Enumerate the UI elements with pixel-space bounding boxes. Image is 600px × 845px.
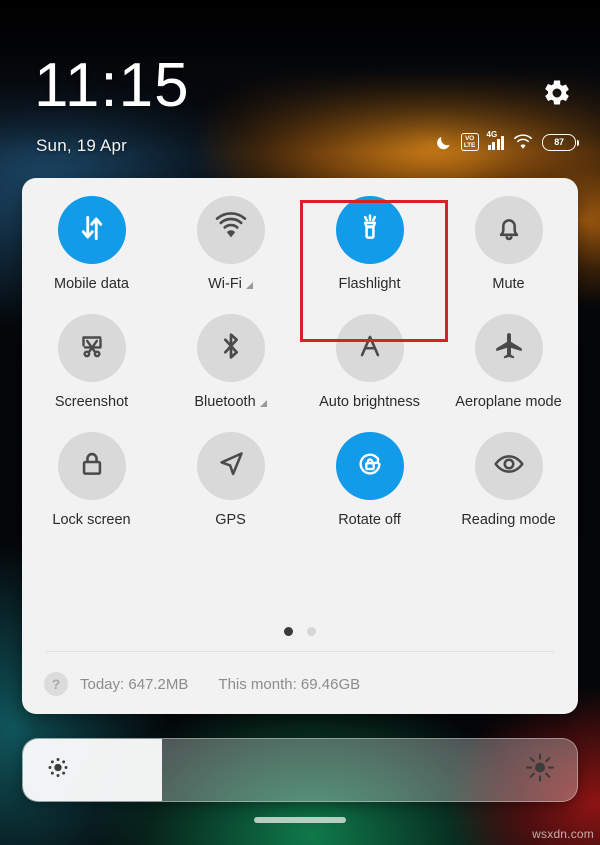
tile-label-text: Mute bbox=[492, 276, 525, 292]
bluetooth-icon bbox=[214, 329, 248, 368]
expand-triangle-icon[interactable] bbox=[259, 399, 267, 407]
padlock-icon bbox=[75, 447, 109, 486]
home-gesture-bar[interactable] bbox=[254, 817, 346, 823]
tile-mobile-data[interactable]: Mobile data bbox=[22, 196, 161, 292]
tile-label: Lock screen bbox=[52, 512, 130, 528]
do-not-disturb-moon-icon bbox=[435, 134, 452, 151]
tile-icon-circle bbox=[335, 314, 404, 382]
tile-label: Mute bbox=[492, 276, 524, 292]
data-usage-today: Today: 647.2MB bbox=[80, 675, 189, 693]
tile-label: Rotate off bbox=[338, 512, 401, 528]
brightness-slider-fill bbox=[23, 739, 162, 801]
sun-low-icon bbox=[45, 755, 71, 786]
tile-icon-circle bbox=[335, 196, 404, 264]
tile-auto-brightness[interactable]: Auto brightness bbox=[300, 314, 439, 410]
status-bar-icons: VO LTE 4G 87 bbox=[435, 130, 579, 154]
flashlight-icon bbox=[353, 211, 387, 250]
tile-screenshot[interactable]: Screenshot bbox=[22, 314, 161, 410]
clock-date: Sun, 19 Apr bbox=[36, 136, 128, 155]
tile-icon-circle bbox=[474, 432, 543, 500]
tile-icon-circle bbox=[474, 314, 543, 382]
battery-level: 87 bbox=[554, 137, 564, 147]
brightness-slider[interactable] bbox=[22, 738, 578, 802]
watermark: wsxdn.com bbox=[532, 827, 594, 841]
gear-icon bbox=[545, 80, 569, 105]
battery-icon: 87 bbox=[542, 133, 579, 151]
tile-label: Flashlight bbox=[338, 276, 400, 292]
tile-label-text: Aeroplane mode bbox=[455, 394, 562, 410]
tile-label: Screenshot bbox=[55, 394, 128, 410]
tile-icon-circle bbox=[57, 196, 126, 264]
page-dot-2[interactable] bbox=[307, 627, 316, 636]
wifi-icon bbox=[513, 134, 533, 150]
network-type-label: 4G bbox=[486, 130, 498, 139]
clock-time: 11:15 bbox=[34, 51, 190, 120]
tile-label: Aeroplane mode bbox=[455, 394, 561, 410]
volte-line-1: VO bbox=[465, 135, 474, 142]
tile-label-text: Rotate off bbox=[338, 512, 401, 528]
tile-bluetooth[interactable]: Bluetooth bbox=[161, 314, 300, 410]
question-mark-icon[interactable]: ? bbox=[44, 672, 68, 696]
page-dot-1[interactable] bbox=[284, 627, 293, 636]
bell-icon bbox=[492, 211, 526, 250]
sun-high-icon bbox=[525, 753, 555, 788]
tile-icon-circle bbox=[335, 432, 404, 500]
mobile-signal-icon: 4G bbox=[487, 130, 504, 150]
letter-a-icon bbox=[353, 329, 387, 368]
tile-icon-circle bbox=[196, 196, 265, 264]
data-transfer-icon bbox=[75, 211, 109, 250]
tile-label-text: Mobile data bbox=[54, 276, 129, 292]
tile-label: Reading mode bbox=[461, 512, 555, 528]
tile-reading-mode[interactable]: Reading mode bbox=[439, 432, 578, 528]
tile-label: GPS bbox=[215, 512, 246, 528]
tile-flashlight[interactable]: Flashlight bbox=[300, 196, 439, 292]
tile-label-text: Screenshot bbox=[54, 394, 129, 410]
tile-label-text: Lock screen bbox=[52, 512, 131, 528]
data-usage-row[interactable]: ? Today: 647.2MB This month: 69.46GB bbox=[44, 672, 360, 696]
tile-label: Mobile data bbox=[54, 276, 129, 292]
tile-wi-fi[interactable]: Wi-Fi bbox=[161, 196, 300, 292]
tile-lock-screen[interactable]: Lock screen bbox=[22, 432, 161, 528]
rotation-lock-icon bbox=[353, 447, 387, 486]
tile-icon-circle bbox=[196, 432, 265, 500]
settings-button[interactable] bbox=[540, 76, 574, 110]
wifi-icon bbox=[214, 211, 248, 250]
tile-aeroplane-mode[interactable]: Aeroplane mode bbox=[439, 314, 578, 410]
tile-label-text: Bluetooth bbox=[194, 394, 256, 410]
tile-mute[interactable]: Mute bbox=[439, 196, 578, 292]
tile-label-text: Reading mode bbox=[461, 512, 556, 528]
tile-label-text: Wi-Fi bbox=[208, 276, 242, 292]
airplane-icon bbox=[492, 329, 526, 368]
tile-label-text: Flashlight bbox=[338, 276, 401, 292]
scissors-crop-icon bbox=[75, 329, 109, 368]
quick-settings-tiles: Mobile data Wi-Fi Flashlight Mute Screen… bbox=[22, 196, 578, 528]
tile-label: Bluetooth bbox=[194, 394, 267, 410]
tile-icon-circle bbox=[57, 314, 126, 382]
tile-rotate-off[interactable]: Rotate off bbox=[300, 432, 439, 528]
volte-line-2: LTE bbox=[463, 142, 476, 149]
quick-settings-panel: Mobile data Wi-Fi Flashlight Mute Screen… bbox=[22, 178, 578, 714]
divider bbox=[46, 651, 554, 652]
tile-gps[interactable]: GPS bbox=[161, 432, 300, 528]
expand-triangle-icon[interactable] bbox=[245, 281, 253, 289]
tile-icon-circle bbox=[474, 196, 543, 264]
navigation-arrow-icon bbox=[214, 447, 248, 486]
tile-label-text: GPS bbox=[215, 512, 246, 528]
status-area: 11:15 Sun, 19 Apr VO LTE 4G 87 bbox=[0, 0, 600, 178]
tile-label: Auto brightness bbox=[319, 394, 420, 410]
tile-icon-circle bbox=[57, 432, 126, 500]
tile-label-text: Auto brightness bbox=[319, 394, 420, 410]
volte-icon: VO LTE bbox=[460, 133, 479, 151]
tile-label: Wi-Fi bbox=[208, 276, 253, 292]
data-usage-month: This month: 69.46GB bbox=[218, 675, 361, 693]
eye-icon bbox=[492, 447, 526, 486]
tile-icon-circle bbox=[196, 314, 265, 382]
page-indicator[interactable] bbox=[22, 627, 578, 636]
